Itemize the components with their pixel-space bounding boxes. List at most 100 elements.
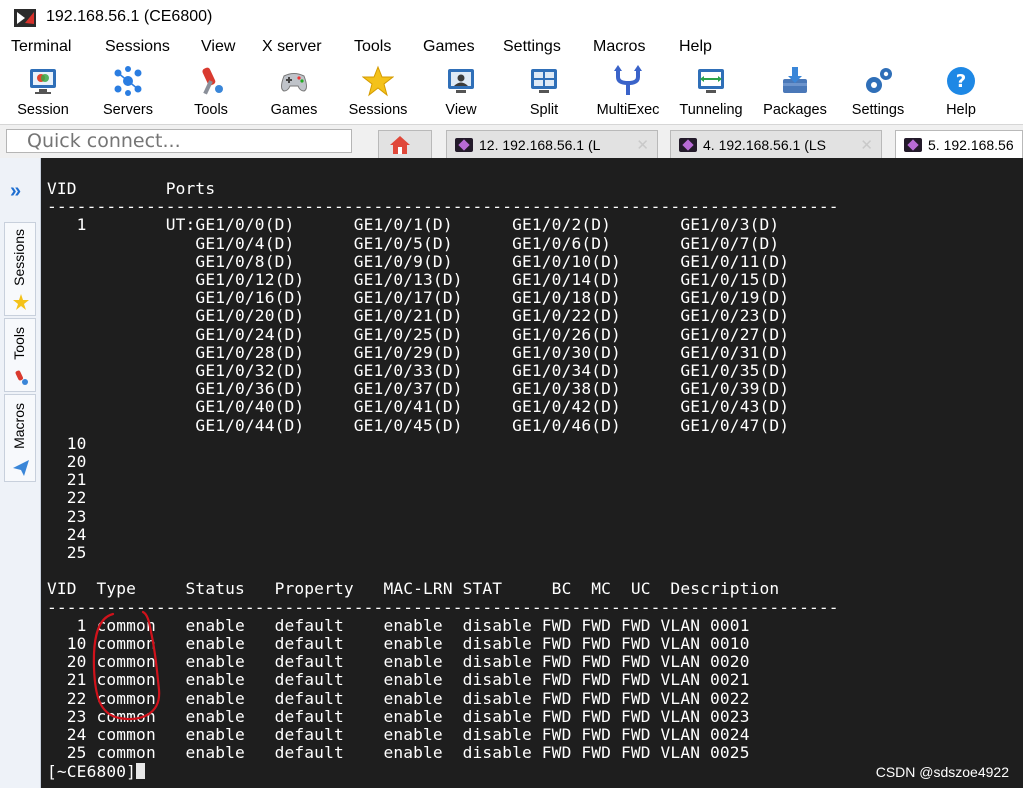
toolbar-label: Split [529,102,559,118]
home-icon [390,136,410,154]
menu-settings[interactable]: Settings [503,38,561,56]
terminal-session-icon [679,138,697,152]
sessions-button[interactable]: Sessions [342,62,414,122]
menu-macros[interactable]: Macros [593,38,645,56]
tunneling-button[interactable]: Tunneling [674,62,748,122]
menu-sessions[interactable]: Sessions [105,38,170,56]
terminal-line: GE1/0/8(D) GE1/0/9(D) GE1/0/10(D) GE1/0/… [47,251,790,271]
terminal-line: ----------------------------------------… [47,197,839,217]
terminal-line: 24 [47,524,87,544]
terminal-line: VID Ports [47,179,216,198]
toolbar-label: MultiExec [596,102,660,118]
sidebar-tab-label: Sessions [11,229,27,286]
menu-tools[interactable]: Tools [354,38,391,56]
session-button[interactable]: Session [10,62,76,122]
tab-home[interactable] [378,130,432,159]
toolbar: Session Servers Tools Games Sessions Vie… [0,60,1023,124]
expand-sidebar-icon[interactable]: » [10,180,21,203]
terminal-cursor [136,762,146,779]
menu-view[interactable]: View [201,38,235,56]
terminal-line: 22 common enable default enable disable … [47,688,750,708]
terminal-line: 21 [47,470,87,490]
toolbar-label: Packages [763,102,827,118]
terminal-line: 10 common enable default enable disable … [47,634,750,654]
tab-label: 12. 192.168.56.1 (L [479,137,601,153]
help-button[interactable]: ? Help [934,62,988,122]
star-icon [362,65,394,97]
menu-terminal[interactable]: Terminal [11,38,71,56]
terminal-line: GE1/0/20(D) GE1/0/21(D) GE1/0/22(D) GE1/… [47,306,790,326]
tools-icon [202,67,223,95]
tools-button[interactable]: Tools [180,62,242,122]
terminal-output: VID Ports ------------------------------… [47,179,839,781]
terminal-line: 1 common enable default enable disable F… [47,615,750,635]
terminal-line: 22 [47,488,87,508]
terminal-line: 23 common enable default enable disable … [47,706,750,726]
toolbar-label: Session [17,102,69,118]
toolbar-label: Settings [851,102,905,118]
split-icon [531,69,557,93]
multiexec-icon [614,65,642,95]
session-icon [30,69,56,94]
terminal-prompt: [~CE6800] [47,761,137,781]
servers-button[interactable]: Servers [94,62,162,122]
sidebar-tab-tools[interactable]: Tools [4,318,36,392]
multiexec-button[interactable]: MultiExec [592,62,664,122]
split-button[interactable]: Split [514,62,574,122]
terminal-line: GE1/0/28(D) GE1/0/29(D) GE1/0/30(D) GE1/… [47,342,790,362]
view-icon [448,69,474,93]
quick-connect-input[interactable] [6,129,352,153]
terminal-line: 23 [47,506,87,526]
terminal-line: GE1/0/40(D) GE1/0/41(D) GE1/0/42(D) GE1/… [47,397,790,417]
settings-button[interactable]: Settings [844,62,912,122]
left-sidebar: » Sessions Tools Macros [0,158,41,788]
tab-bar: 12. 192.168.56.1 (L ✕ 4. 192.168.56.1 (L… [0,124,1023,159]
window-title: 192.168.56.1 (CE6800) [46,8,213,25]
terminal-line: GE1/0/4(D) GE1/0/5(D) GE1/0/6(D) GE1/0/7… [47,233,780,253]
terminal-line: GE1/0/36(D) GE1/0/37(D) GE1/0/38(D) GE1/… [47,379,790,399]
terminal-line: 20 [47,452,87,472]
view-button[interactable]: View [432,62,490,122]
menu-bar: Terminal Sessions View X server Tools Ga… [0,36,1023,60]
menu-games[interactable]: Games [423,38,475,56]
toolbar-label: Games [270,102,318,118]
terminal-line: GE1/0/44(D) GE1/0/45(D) GE1/0/46(D) GE1/… [47,415,790,435]
toolbar-label: Tunneling [679,102,743,118]
tab-session-4[interactable]: 4. 192.168.56.1 (LS ✕ [670,130,882,159]
watermark: CSDN @sdszoe4922 [875,764,1009,780]
terminal-line: GE1/0/32(D) GE1/0/33(D) GE1/0/34(D) GE1/… [47,361,790,381]
tab-session-5[interactable]: 5. 192.168.56 [895,130,1023,159]
toolbar-label: Tools [194,102,228,118]
terminal-line: 21 common enable default enable disable … [47,670,750,690]
tab-label: 4. 192.168.56.1 (LS [703,137,826,153]
terminal-line: VID Type Status Property MAC-LRN STAT BC… [47,579,780,599]
tools-icon [15,370,28,385]
sidebar-tab-label: Tools [11,327,27,360]
tab-label: 5. 192.168.56 [928,137,1014,153]
terminal-line: ----------------------------------------… [47,597,839,617]
terminal-line: 10 [47,433,87,453]
sidebar-tab-label: Macros [11,403,27,449]
terminal-line: GE1/0/12(D) GE1/0/13(D) GE1/0/14(D) GE1/… [47,270,790,290]
terminal-line: 25 [47,543,87,563]
packages-icon [783,67,807,93]
menu-help[interactable]: Help [679,38,712,56]
terminal-line: GE1/0/16(D) GE1/0/17(D) GE1/0/18(D) GE1/… [47,288,790,308]
packages-button[interactable]: Packages [758,62,832,122]
mobaxterm-app-icon [14,9,36,27]
settings-icon [866,68,892,93]
sidebar-tab-macros[interactable]: Macros [4,394,36,482]
close-icon[interactable]: ✕ [636,136,649,154]
terminal-line: 1 UT:GE1/0/0(D) GE1/0/1(D) GE1/0/2(D) GE… [47,215,780,235]
terminal-line: 25 common enable default enable disable … [47,743,750,763]
games-button[interactable]: Games [262,62,326,122]
sidebar-tab-sessions[interactable]: Sessions [4,222,36,316]
terminal-pane[interactable]: VID Ports ------------------------------… [41,158,1023,788]
star-icon [13,294,29,310]
menu-x-server[interactable]: X server [262,38,322,56]
terminal-line: GE1/0/24(D) GE1/0/25(D) GE1/0/26(D) GE1/… [47,324,790,344]
close-icon[interactable]: ✕ [860,136,873,154]
tab-session-12[interactable]: 12. 192.168.56.1 (L ✕ [446,130,658,159]
send-icon [13,460,29,476]
servers-icon [114,66,142,96]
